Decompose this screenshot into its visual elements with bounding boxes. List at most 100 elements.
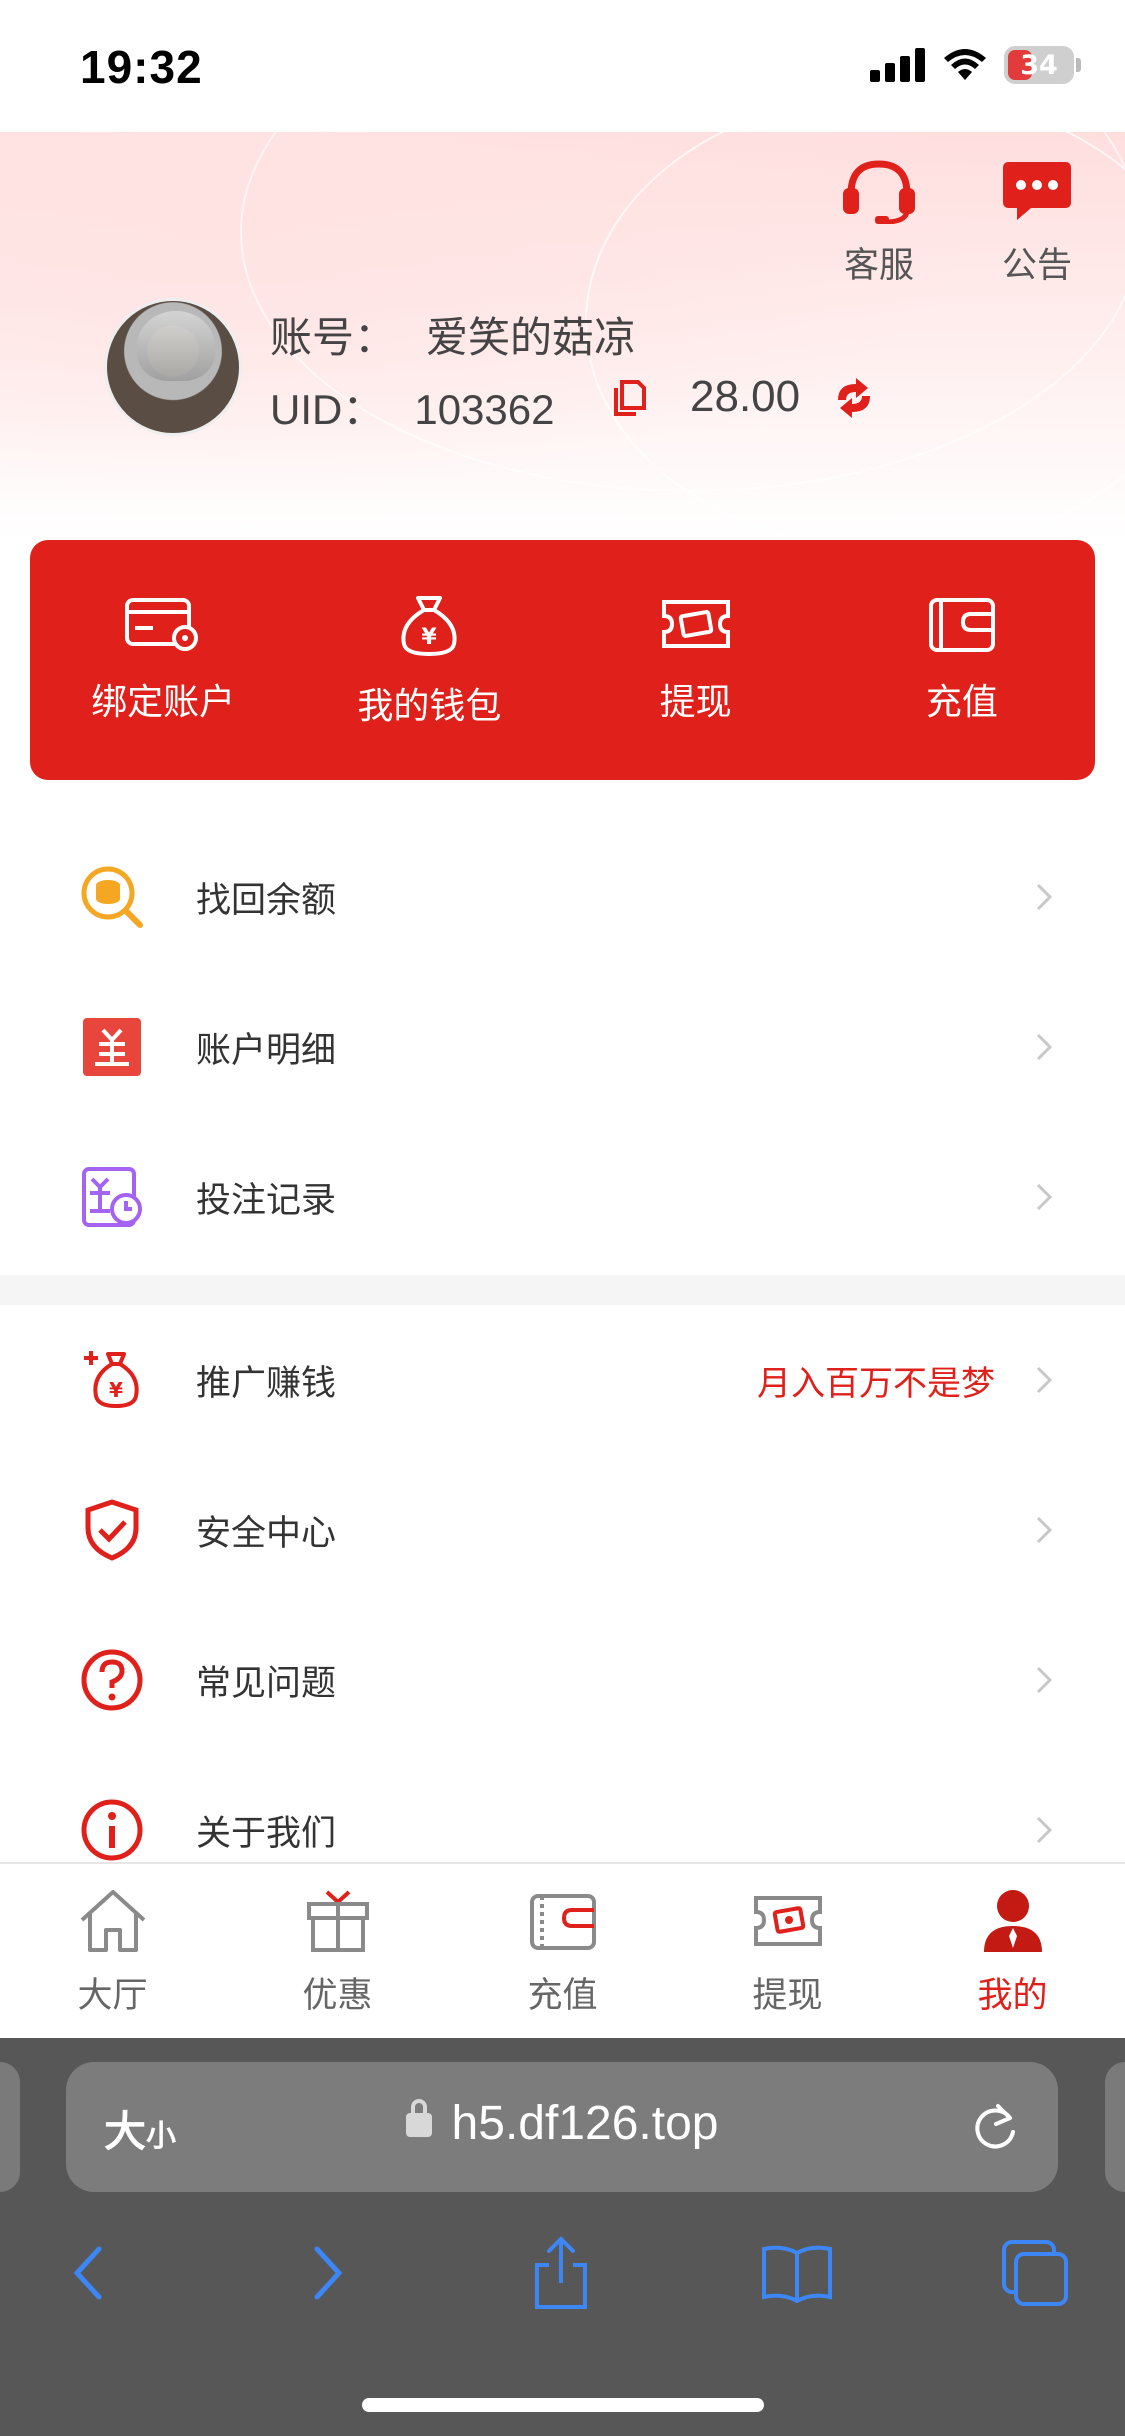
tabs-button[interactable] [990,2228,1080,2318]
menu-label: 常见问题 [196,1663,337,1703]
user-icon [983,1890,1042,1952]
status-bar: 19:32 34 [0,0,1125,132]
cellular-signal-icon [870,48,925,82]
battery-icon: 34 [1004,46,1074,84]
tab-recharge[interactable]: 充值 [450,1864,675,2038]
status-time: 19:32 [80,41,203,93]
menu-item-recover-balance[interactable]: 找回余额 [0,822,1125,972]
battery-level: 34 [1020,49,1058,81]
notice-button[interactable]: 公告 [982,158,1092,288]
share-button[interactable] [516,2228,606,2318]
balance-value: 28.00 [690,372,801,421]
chevron-right-icon [1036,1516,1053,1544]
copy-icon[interactable] [612,378,648,418]
coin-search-icon [80,865,144,929]
headset-icon [843,160,915,225]
chevron-right-icon [1036,1816,1053,1844]
forward-button[interactable] [284,2228,374,2318]
profile-header: 客服 公告 账号： 爱笑的菇凉 UID： 103362 28.00 [0,132,1125,542]
refresh-balance-icon[interactable] [832,378,876,418]
share-icon [535,2236,587,2309]
shield-check-icon [80,1498,144,1562]
question-circle-icon [80,1648,144,1712]
bind-account-button[interactable]: 绑定账户 [30,540,296,780]
customer-service-label: 客服 [843,246,914,285]
home-indicator[interactable] [362,2398,764,2412]
chevron-right-icon [1036,1033,1053,1061]
menu-item-betting-records[interactable]: 投注记录 [0,1122,1125,1272]
my-wallet-button[interactable]: ¥ 我的钱包 [296,540,562,780]
uid-label: UID： [270,386,385,433]
announcement-chat-icon [1003,162,1071,220]
avatar[interactable] [104,298,242,436]
tab-label: 优惠 [302,1976,373,2015]
tab-label: 充值 [527,1976,598,2015]
status-indicators: 34 [870,46,1081,84]
chevron-right-icon [1036,883,1053,911]
recharge-action-label: 充值 [925,681,998,722]
betting-record-icon [80,1165,144,1229]
wallet-icon [529,1894,596,1950]
chevron-right-icon [1036,1366,1053,1394]
menu-item-promote-earn[interactable]: ¥ 推广赚钱 月入百万不是梦 [0,1305,1125,1455]
customer-service-button[interactable]: 客服 [824,158,934,288]
lock-icon [405,2099,432,2137]
yuan-document-icon [80,1015,144,1079]
promo-slogan: 月入百万不是梦 [757,1364,995,1403]
back-button[interactable] [42,2228,132,2318]
menu-label: 找回余额 [196,880,337,920]
chevron-left-icon [73,2246,102,2300]
tab-withdraw[interactable]: 提现 [675,1864,900,2038]
gift-icon [306,1890,369,1952]
wifi-icon [944,49,986,80]
ticket-icon [753,1896,822,1946]
account-label: 账号： [270,314,397,361]
tab-label: 我的 [977,1976,1048,2015]
menu-label: 账户明细 [196,1030,337,1070]
withdraw-action-button[interactable]: 提现 [563,540,829,780]
previous-tab-peek[interactable] [0,2062,20,2192]
browser-toolbar: 大小 h5.df126.top [0,2038,1125,2436]
browser-nav-bar [0,2228,1125,2348]
chevron-right-icon [314,2246,343,2300]
url-display[interactable]: h5.df126.top [66,2096,1058,2151]
uid-value: 103362 [414,386,555,433]
section-divider [0,1275,1125,1305]
next-tab-peek[interactable] [1105,2062,1125,2192]
account-value: 爱笑的菇凉 [426,314,637,361]
tab-promotions[interactable]: 优惠 [225,1864,450,2038]
menu-section-general: ¥ 推广赚钱 月入百万不是梦 安全中心 常见问题 关于我们 [0,1305,1125,1905]
my-wallet-label: 我的钱包 [357,685,502,726]
tab-label: 大厅 [77,1976,148,2015]
chevron-right-icon [1036,1183,1053,1211]
menu-label: 推广赚钱 [196,1363,337,1403]
menu-label: 安全中心 [196,1513,337,1553]
info-circle-icon [80,1798,144,1862]
bookmarks-button[interactable] [752,2228,842,2318]
account-row: 账号： 爱笑的菇凉 [270,304,636,365]
svg-text:¥: ¥ [422,625,438,650]
book-icon [762,2245,832,2303]
reload-icon[interactable] [970,2100,1020,2154]
address-bar[interactable]: 大小 h5.df126.top [66,2062,1058,2192]
withdraw-action-label: 提现 [659,681,732,722]
menu-item-account-details[interactable]: 账户明细 [0,972,1125,1122]
tab-lobby[interactable]: 大厅 [0,1864,225,2038]
menu-section-funds: 找回余额 账户明细 投注记录 [0,822,1125,1272]
tabs-icon [1002,2240,1068,2306]
menu-label: 关于我们 [196,1813,337,1853]
quick-action-card: 绑定账户 ¥ 我的钱包 提现 充值 [30,540,1095,780]
url-text: h5.df126.top [451,2097,719,2150]
menu-item-faq[interactable]: 常见问题 [0,1605,1125,1755]
money-bag-icon: ¥ [401,596,457,657]
recharge-action-button[interactable]: 充值 [829,540,1095,780]
notice-label: 公告 [1001,246,1072,285]
tab-mine[interactable]: 我的 [900,1864,1125,2038]
home-icon [80,1890,145,1952]
money-bag-plus-icon: ¥ [80,1348,144,1412]
menu-item-security-center[interactable]: 安全中心 [0,1455,1125,1605]
tab-label: 提现 [752,1976,823,2015]
svg-text:¥: ¥ [109,1378,123,1402]
wallet-icon [928,598,995,652]
menu-label: 投注记录 [196,1180,337,1220]
